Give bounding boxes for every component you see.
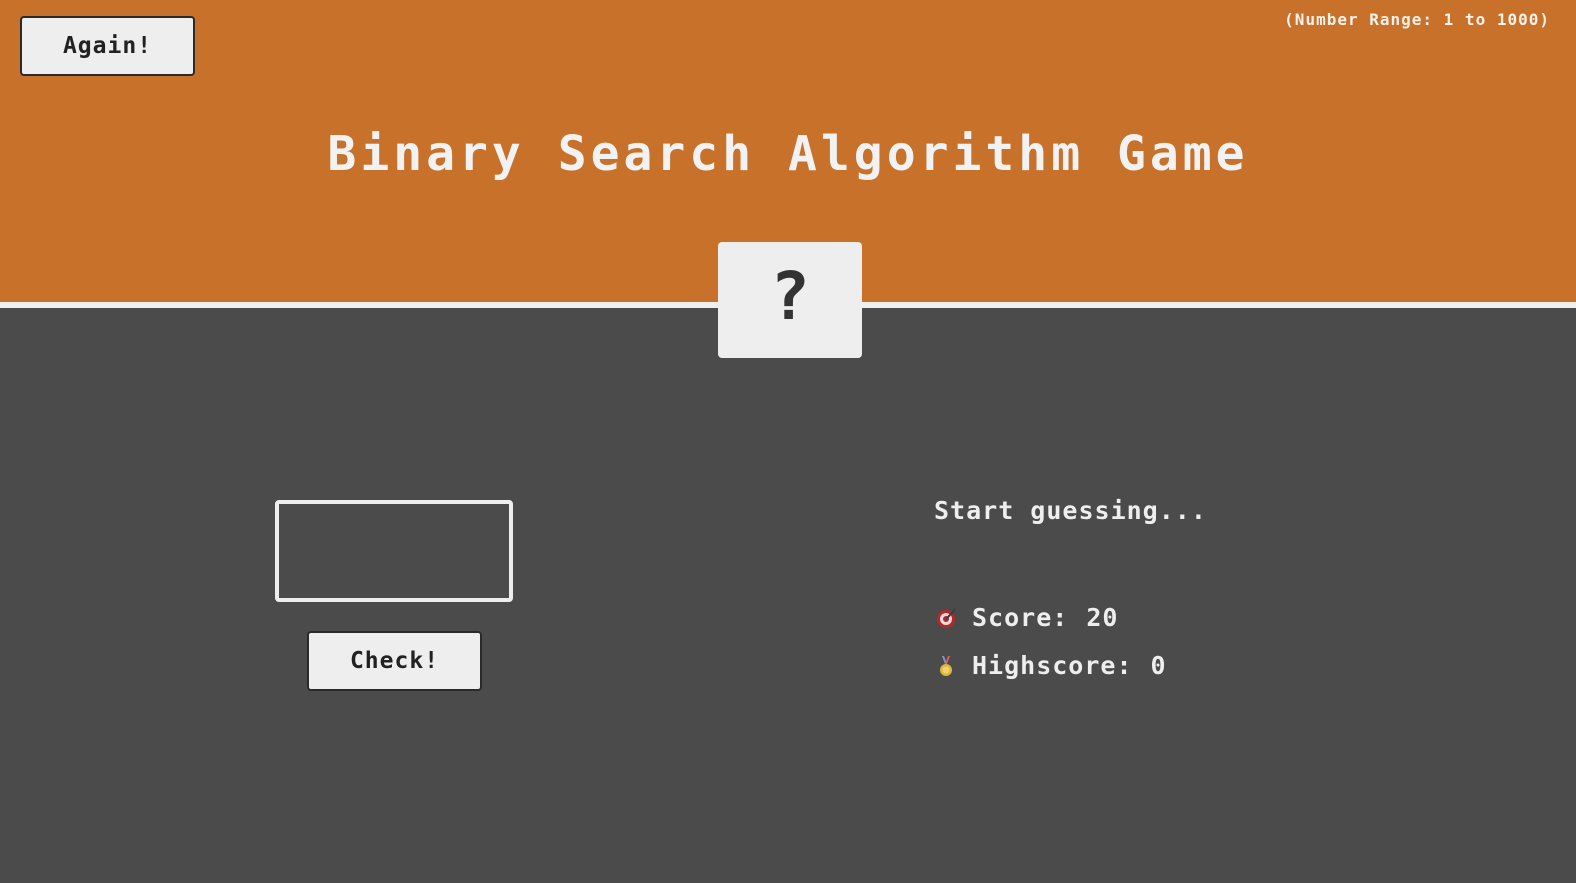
highscore-label: Highscore:: [972, 651, 1133, 680]
guess-input[interactable]: [275, 500, 513, 602]
highscore-line: Highscore: 0: [934, 651, 1167, 680]
score-value: 20: [1086, 603, 1119, 632]
medal-icon: [934, 654, 958, 678]
secret-number: ?: [770, 257, 810, 335]
secret-number-box: ?: [718, 242, 862, 358]
score-line: Score: 20: [934, 603, 1118, 632]
again-button[interactable]: Again!: [20, 16, 195, 76]
page-title: Binary Search Algorithm Game: [327, 126, 1249, 182]
status-message: Start guessing...: [934, 496, 1207, 525]
highscore-value: 0: [1150, 651, 1167, 680]
number-range-label: (Number Range: 1 to 1000): [1284, 10, 1550, 29]
target-icon: [934, 606, 958, 630]
score-label: Score:: [972, 603, 1069, 632]
check-button[interactable]: Check!: [307, 631, 482, 691]
